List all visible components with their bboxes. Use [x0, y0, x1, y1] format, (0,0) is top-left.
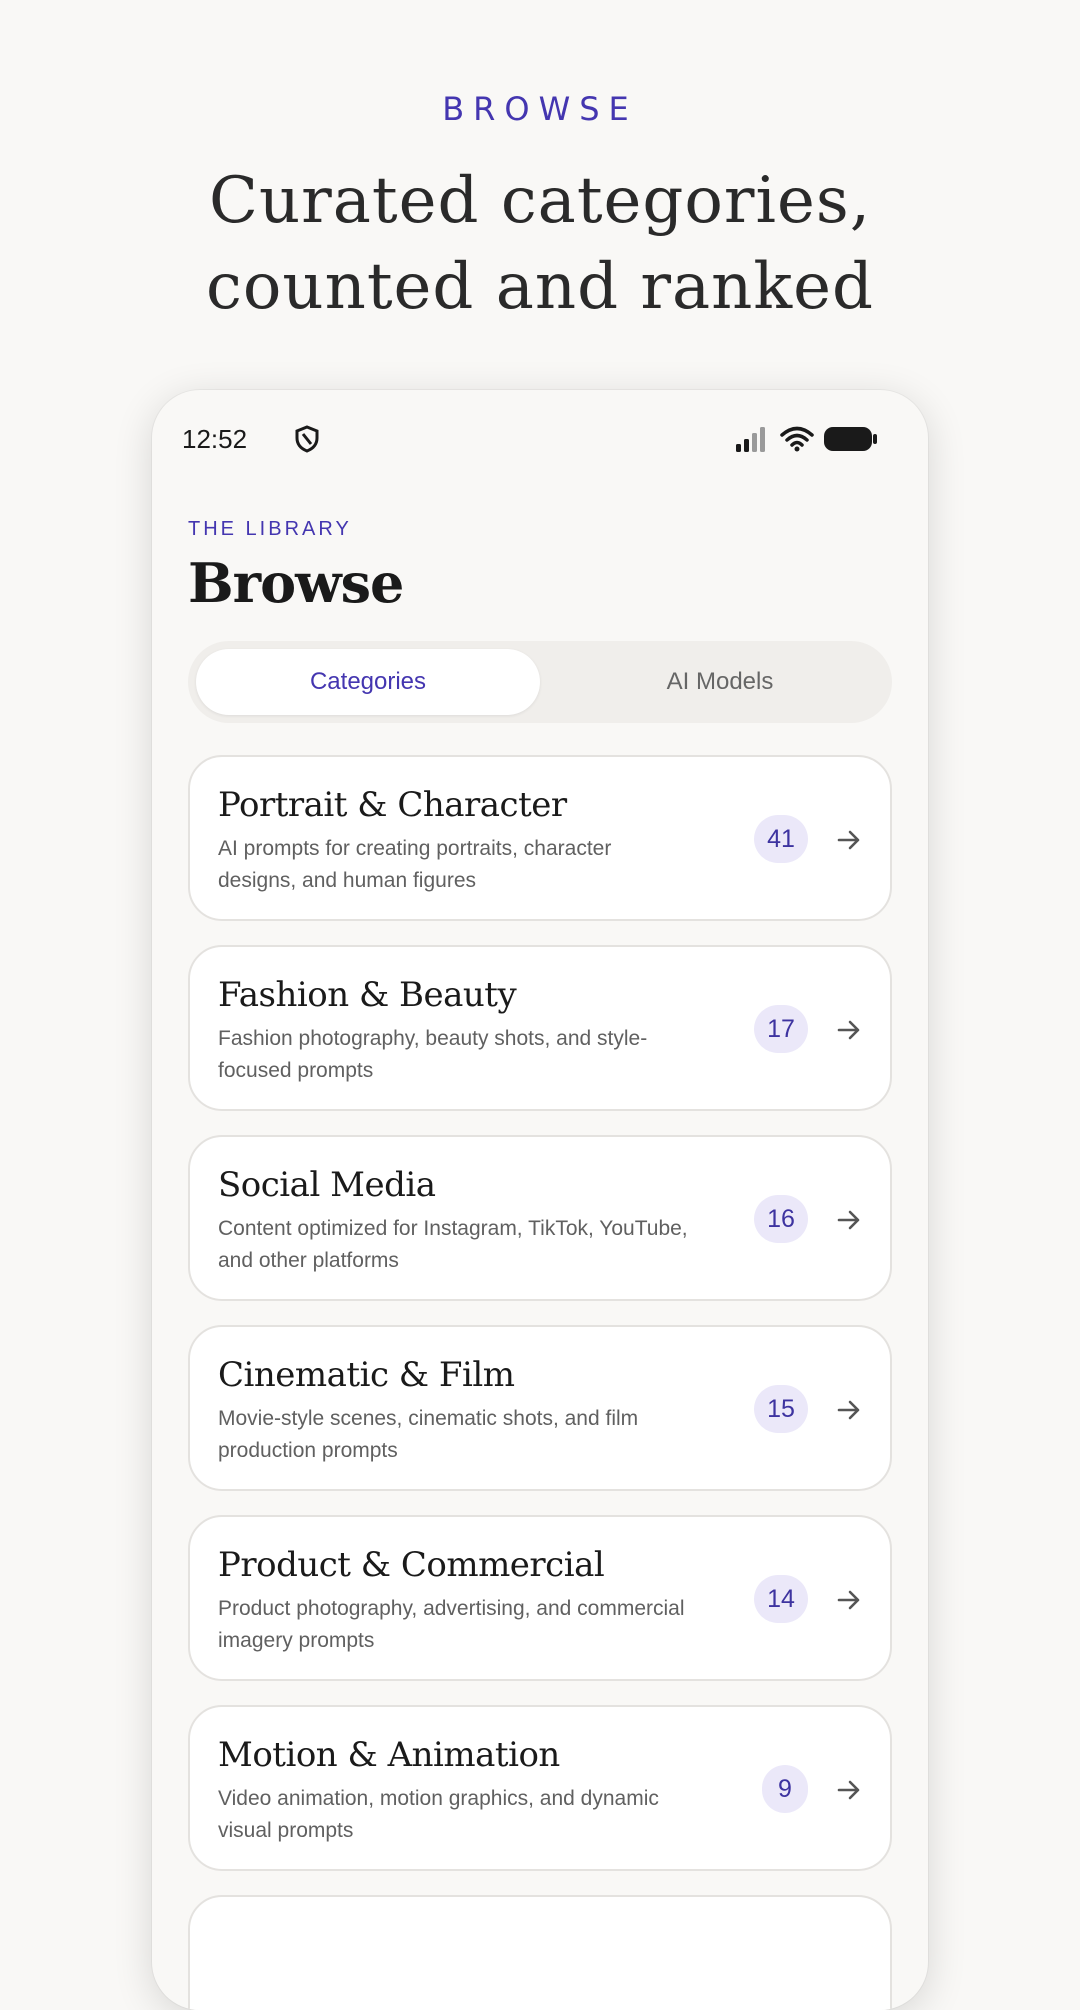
arrow-right-icon [836, 1587, 862, 1618]
category-card-social-media[interactable]: Social Media Content optimized for Insta… [188, 1135, 892, 1301]
category-description: Product photography, advertising, and co… [218, 1597, 685, 1652]
battery-icon [824, 426, 878, 457]
category-card-cinematic-film[interactable]: Cinematic & Film Movie-style scenes, cin… [188, 1325, 892, 1491]
section-label: THE LIBRARY [188, 518, 352, 540]
wifi-icon [780, 426, 814, 457]
arrow-right-icon [836, 1017, 862, 1048]
category-title: Social Media [218, 1165, 436, 1205]
category-description: Movie-style scenes, cinematic shots, and… [218, 1407, 639, 1462]
page-title: Browse [188, 551, 404, 615]
category-card-motion-animation[interactable]: Motion & Animation Video animation, moti… [188, 1705, 892, 1871]
category-description: Content optimized for Instagram, TikTok,… [218, 1217, 688, 1272]
arrow-right-icon [836, 827, 862, 858]
status-time: 12:52 [182, 424, 248, 454]
count-badge: 9 [762, 1765, 808, 1813]
arrow-right-icon [836, 1777, 862, 1808]
category-description: AI prompts for creating portraits, chara… [218, 837, 612, 892]
category-list: Portrait & Character AI prompts for crea… [188, 755, 892, 2010]
category-title: Portrait & Character [218, 785, 567, 825]
shield-icon [294, 424, 320, 459]
category-description: Fashion photography, beauty shots, and s… [218, 1027, 648, 1082]
main-content: THE LIBRARY Browse Categories AI Models … [188, 518, 892, 2010]
category-card-product-commercial[interactable]: Product & Commercial Product photography… [188, 1515, 892, 1681]
hero-headline-line-1: Curated categories, [208, 164, 872, 238]
category-card-portrait-character[interactable]: Portrait & Character AI prompts for crea… [188, 755, 892, 921]
segmented-control: Categories AI Models [188, 641, 892, 723]
tab-categories[interactable]: Categories [196, 649, 540, 715]
count-badge: 17 [754, 1005, 808, 1053]
arrow-right-icon [836, 1207, 862, 1238]
phone-frame: 12:52 THE LIBRARY Browse Categories AI M… [152, 390, 928, 2010]
hero-headline-line-2: counted and ranked [206, 250, 874, 324]
status-bar: 12:52 [182, 420, 878, 460]
category-title: Motion & Animation [218, 1735, 560, 1775]
count-badge: 16 [754, 1195, 808, 1243]
hero-headline: Curated categories, counted and ranked [0, 158, 1080, 330]
count-badge: 41 [754, 815, 808, 863]
count-badge: 15 [754, 1385, 808, 1433]
count-badge: 14 [754, 1575, 808, 1623]
category-title: Product & Commercial [218, 1545, 605, 1585]
signal-icon [736, 426, 770, 457]
category-description: Video animation, motion graphics, and dy… [218, 1787, 659, 1842]
arrow-right-icon [836, 1397, 862, 1428]
category-card-partial[interactable] [188, 1895, 892, 2010]
category-title: Fashion & Beauty [218, 975, 517, 1015]
category-title: Cinematic & Film [218, 1355, 515, 1395]
tab-ai-models[interactable]: AI Models [548, 641, 892, 723]
category-card-fashion-beauty[interactable]: Fashion & Beauty Fashion photography, be… [188, 945, 892, 1111]
hero-eyebrow: BROWSE [442, 90, 638, 128]
